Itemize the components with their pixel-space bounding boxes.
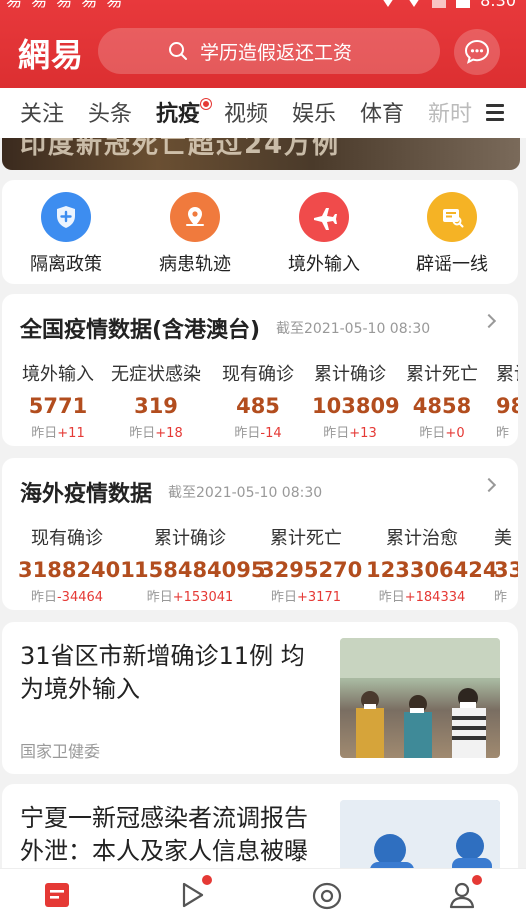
status-bar: 易 易 易 易 易 8:30 bbox=[0, 0, 526, 14]
bottom-navigation bbox=[0, 868, 526, 915]
stat-current-confirmed: 现有确诊 485 昨日-14 bbox=[222, 364, 294, 441]
location-pin-icon bbox=[170, 192, 220, 242]
stat-overseas-total-deaths: 累计死亡 3295270 昨日+3171 bbox=[260, 528, 363, 605]
top-banner-image[interactable]: 印度新冠死亡超过24万例 bbox=[2, 138, 520, 170]
clock: 8:30 bbox=[480, 0, 516, 10]
news-source: 国家卫健委 bbox=[20, 742, 101, 761]
stat-total-confirmed: 累计确诊 103809 昨日+13 bbox=[312, 364, 400, 441]
chevron-right-icon[interactable] bbox=[481, 477, 497, 493]
shield-plus-icon bbox=[41, 192, 91, 242]
tab-follow[interactable]: 关注 bbox=[20, 96, 64, 128]
domestic-stats-title: 全国疫情数据(含港澳台) bbox=[20, 318, 261, 343]
search-doc-icon bbox=[427, 192, 477, 242]
search-placeholder: 学历造假返还工资 bbox=[200, 41, 353, 64]
message-button[interactable] bbox=[454, 29, 500, 75]
stat-total-cured-partial: 累计 98 昨 bbox=[496, 364, 518, 441]
airplane-icon bbox=[299, 192, 349, 242]
stat-overseas-total-cured: 累计治愈 123306424 昨日+184334 bbox=[366, 528, 498, 605]
stat-overseas-total-confirmed: 累计确诊 158484095 昨日+153041 bbox=[134, 528, 266, 605]
quick-link-rumor-debunk[interactable]: 辟谣一线 bbox=[402, 192, 502, 276]
stat-imported: 境外输入 5771 昨日+11 bbox=[22, 364, 94, 441]
domestic-stats-card[interactable]: 全国疫情数据(含港澳台) 截至2021-05-10 08:30 境外输入 577… bbox=[2, 294, 518, 446]
quick-link-patient-track[interactable]: 病患轨迹 bbox=[145, 192, 245, 276]
quick-link-quarantine-policy[interactable]: 隔离政策 bbox=[16, 192, 116, 276]
stat-overseas-us-partial: 美 33 昨 bbox=[494, 528, 518, 605]
news-title: 宁夏一新冠感染者流调报告外泄：本人及家人信息被曝 bbox=[20, 804, 308, 865]
tab-video[interactable]: 视频 bbox=[224, 96, 268, 128]
sim-icon bbox=[456, 0, 471, 8]
channel-tabs: 关注 头条 抗疫 视频 娱乐 体育 新时 bbox=[0, 88, 526, 138]
tab-anti-epidemic[interactable]: 抗疫 bbox=[156, 96, 200, 128]
video-tab-icon[interactable] bbox=[178, 875, 212, 911]
notification-icons: 易 易 易 易 易 bbox=[6, 0, 125, 10]
news-thumbnail bbox=[340, 638, 500, 758]
stat-total-deaths: 累计死亡 4858 昨日+0 bbox=[406, 364, 478, 441]
quick-links-card: 隔离政策 病患轨迹 境外输入 辟谣一线 bbox=[2, 180, 518, 284]
profile-tab-icon[interactable] bbox=[448, 875, 482, 911]
quick-link-imported-cases[interactable]: 境外输入 bbox=[274, 192, 374, 276]
app-logo[interactable]: 網易 bbox=[18, 30, 84, 76]
stat-overseas-current: 现有确诊 31882401 昨日-34464 bbox=[18, 528, 135, 605]
search-icon bbox=[168, 41, 188, 61]
search-bar[interactable]: 学历造假返还工资 bbox=[98, 28, 440, 74]
tab-new-dot bbox=[201, 99, 211, 109]
profile-tab-badge bbox=[472, 875, 482, 885]
stat-asymptomatic: 无症状感染 319 昨日+18 bbox=[111, 364, 201, 441]
signal-icon bbox=[406, 0, 423, 7]
tab-entertainment[interactable]: 娱乐 bbox=[292, 96, 336, 128]
chevron-right-icon[interactable] bbox=[481, 313, 497, 329]
tab-new-era[interactable]: 新时 bbox=[428, 96, 472, 128]
wifi-icon bbox=[380, 0, 397, 7]
app-header: 易 易 易 易 易 8:30 網易 学历造假返还工资 bbox=[0, 0, 526, 88]
overseas-stats-card[interactable]: 海外疫情数据 截至2021-05-10 08:30 现有确诊 31882401 … bbox=[2, 458, 518, 610]
chat-bubble-icon bbox=[464, 39, 490, 64]
banner-text: 印度新冠死亡超过24万例 bbox=[20, 138, 341, 160]
tab-headlines[interactable]: 头条 bbox=[88, 96, 132, 128]
news-title: 31省区市新增确诊11例 均为境外输入 bbox=[20, 642, 305, 703]
discover-tab-icon[interactable] bbox=[312, 881, 342, 911]
overseas-stats-date: 截至2021-05-10 08:30 bbox=[168, 485, 323, 501]
news-item[interactable]: 31省区市新增确诊11例 均为境外输入 国家卫健委 bbox=[2, 622, 518, 774]
video-tab-badge bbox=[202, 875, 212, 885]
news-tab-icon[interactable] bbox=[43, 881, 73, 911]
overseas-stats-title: 海外疫情数据 bbox=[20, 482, 153, 507]
tab-sports[interactable]: 体育 bbox=[360, 96, 404, 128]
battery-icon bbox=[432, 0, 447, 8]
menu-icon[interactable] bbox=[486, 104, 504, 122]
domestic-stats-date: 截至2021-05-10 08:30 bbox=[276, 321, 431, 337]
